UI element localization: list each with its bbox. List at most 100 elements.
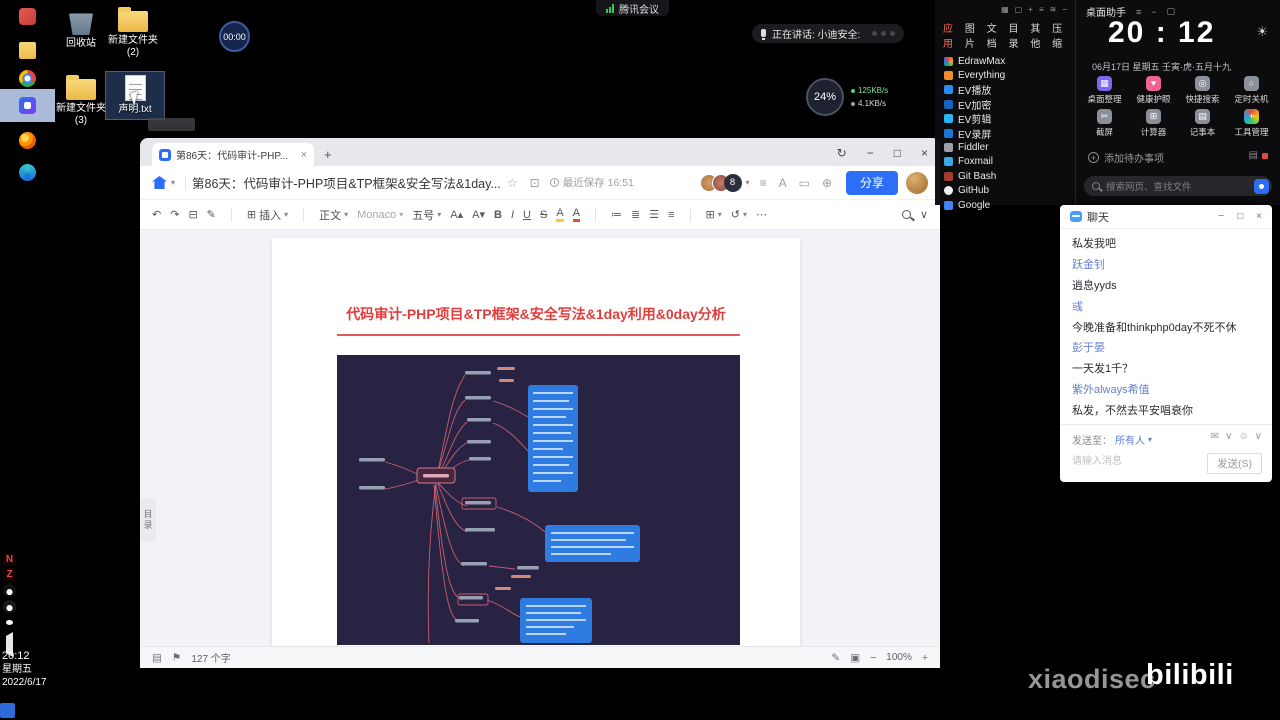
home-icon[interactable]	[152, 176, 167, 189]
collaborator-avatars[interactable]: 8	[699, 173, 742, 192]
tab-dirs[interactable]: 目录	[1008, 20, 1023, 50]
tool-calculator[interactable]: ⊞ 计算器	[1129, 109, 1178, 138]
present-icon[interactable]: ▭	[799, 176, 810, 190]
collaborators-caret-icon[interactable]: ▾	[746, 178, 750, 187]
menu-icon[interactable]: ≡	[760, 176, 767, 190]
tool-quick-search[interactable]: ◎ 快捷搜索	[1178, 76, 1227, 105]
send-button[interactable]: 发送(S)	[1207, 453, 1262, 474]
tab-close-icon[interactable]: ×	[301, 149, 307, 161]
edge-icon[interactable]	[19, 164, 36, 181]
format-painter-icon[interactable]: ✎	[207, 208, 216, 221]
star-icon[interactable]: ☆	[507, 176, 518, 190]
tool-eye-care[interactable]: ♥ 健康护眼	[1129, 76, 1178, 105]
app-list-item[interactable]: Google	[935, 198, 1075, 212]
insert-dropdown[interactable]: ⊞ 插入 ▾	[247, 207, 288, 223]
redo-icon[interactable]: ↷	[170, 208, 179, 221]
panel-menu-icon[interactable]: ≡	[1136, 7, 1141, 17]
fit-width-icon[interactable]: ▣	[850, 652, 860, 664]
taskbar-active-app[interactable]	[0, 89, 55, 122]
message-mode-icon[interactable]: ✉	[1211, 431, 1219, 442]
stock-app-icon-2[interactable]: Z	[3, 568, 16, 581]
firefox-icon[interactable]	[19, 132, 36, 149]
document-tab[interactable]: 第86天：代码审计-PHP... ×	[152, 143, 314, 166]
tab-other[interactable]: 其他	[1030, 20, 1045, 50]
app-list-item[interactable]: EV录屏	[935, 126, 1075, 141]
app-list-item[interactable]: Git Bash	[935, 169, 1075, 183]
add-collaborator-icon[interactable]: ⊕	[822, 176, 832, 190]
app-list-item[interactable]: EV加密	[935, 97, 1075, 112]
refresh-icon[interactable]: ↻	[837, 146, 847, 160]
font-color-icon[interactable]: A	[572, 207, 581, 222]
chrome-icon[interactable]	[19, 70, 36, 87]
desktop-icon-folder-3[interactable]: 新建文件夹(3)	[52, 72, 110, 130]
chat-close-icon[interactable]: ×	[1256, 211, 1262, 222]
outline-tab[interactable]: 目录	[140, 498, 156, 542]
tool-notepad[interactable]: ▤ 记事本	[1178, 109, 1227, 138]
window-icon[interactable]: ▢	[1015, 5, 1023, 14]
qq-icon[interactable]	[3, 584, 16, 597]
user-avatar[interactable]	[906, 171, 928, 194]
share-button[interactable]: 分享	[846, 170, 898, 195]
tab-docs[interactable]: 文档	[987, 20, 1002, 50]
new-tab-button[interactable]: +	[324, 147, 332, 162]
underline-icon[interactable]: U	[523, 209, 531, 221]
app-list-item[interactable]: EdrawMax	[935, 54, 1075, 68]
tab-zip[interactable]: 压缩	[1052, 20, 1067, 50]
zoom-in-icon[interactable]: +	[922, 652, 928, 664]
wrap-dropdown[interactable]: ↺ ▾	[731, 208, 747, 221]
bookmark-icon[interactable]: ⚑	[172, 652, 181, 664]
home-caret-icon[interactable]: ▾	[171, 178, 175, 187]
close-icon[interactable]: ×	[921, 146, 928, 160]
tool-screenshot[interactable]: ✂ 截屏	[1080, 109, 1129, 138]
send-to-selector[interactable]: 发送至： 所有人 ▾	[1072, 432, 1152, 447]
minimize-panel-icon[interactable]: −	[1062, 5, 1067, 14]
increase-font-icon[interactable]: A▴	[450, 208, 463, 221]
app-list-item[interactable]: Fiddler	[935, 140, 1075, 154]
chat-maximize-icon[interactable]: □	[1237, 211, 1243, 222]
wave-icon[interactable]: ≋	[1050, 5, 1057, 14]
app-list-item[interactable]: Foxmail	[935, 155, 1075, 169]
highlight-icon[interactable]: A	[556, 207, 564, 222]
app-list-item[interactable]: EV播放	[935, 83, 1075, 97]
list-icon[interactable]: ≡	[1039, 5, 1044, 14]
mindmap-image[interactable]	[337, 355, 740, 645]
strikethrough-icon[interactable]: S	[540, 209, 547, 221]
app-list-item[interactable]: Everything	[935, 68, 1075, 82]
app-list-item[interactable]: EV剪辑	[935, 112, 1075, 126]
numbered-list-icon[interactable]: ≣	[631, 208, 640, 221]
align-icon[interactable]: ☰	[649, 208, 659, 221]
tool-manager[interactable]: + 工具管理	[1227, 109, 1276, 138]
add-icon[interactable]: +	[1028, 5, 1033, 14]
desktop-icon-recycle-bin[interactable]: 回收站	[52, 6, 110, 53]
recipient-caret-icon[interactable]: ∨	[1255, 431, 1262, 442]
panel-minimize-icon[interactable]: −	[1151, 7, 1156, 17]
more-tools-icon[interactable]: ⋯	[756, 208, 767, 221]
bullet-list-icon[interactable]: ≔	[611, 208, 622, 221]
tray-app-icon[interactable]	[0, 703, 15, 718]
decrease-font-icon[interactable]: A▾	[472, 208, 485, 221]
table-dropdown[interactable]: ⊞ ▾	[706, 208, 722, 221]
app-list-item[interactable]: GitHub	[935, 184, 1075, 198]
italic-icon[interactable]: I	[511, 209, 514, 221]
desktop-icon-folder-2[interactable]: 新建文件夹(2)	[104, 4, 162, 62]
qq-icon-2[interactable]	[3, 600, 16, 613]
tab-images[interactable]: 图片	[965, 20, 980, 50]
chat-minimize-icon[interactable]: −	[1218, 211, 1224, 222]
taskbar-app-icon-1[interactable]	[19, 8, 36, 25]
paragraph-style-dropdown[interactable]: 正文 ▾	[319, 207, 348, 223]
zoom-out-icon[interactable]: −	[870, 652, 876, 664]
document-page[interactable]: 代码审计-PHP项目&TP框架&安全写法&1day利用&0day分析	[272, 238, 800, 646]
text-settings-icon[interactable]: A	[779, 176, 787, 190]
bold-icon[interactable]: B	[494, 209, 502, 221]
maximize-icon[interactable]: □	[894, 146, 901, 160]
collapse-toolbar-icon[interactable]: ∨	[920, 208, 928, 221]
undo-icon[interactable]: ↶	[152, 208, 161, 221]
tab-apps[interactable]: 应用	[943, 20, 958, 50]
line-spacing-icon[interactable]: ≡	[668, 209, 674, 221]
network-monitor[interactable]: 24% 125KB/s 4.1KB/s	[806, 78, 888, 116]
speaking-indicator[interactable]: 正在讲话: 小迪安全:	[752, 24, 905, 43]
search-icon[interactable]	[901, 210, 911, 219]
pen-mode-icon[interactable]: ✎	[831, 652, 840, 664]
page-icon[interactable]: ▤	[152, 652, 162, 664]
chat-messages[interactable]: 私发我吧 跃金钊 逍息yyds 彧 今晚准备和thinkphp0day不死不休 …	[1060, 229, 1272, 420]
